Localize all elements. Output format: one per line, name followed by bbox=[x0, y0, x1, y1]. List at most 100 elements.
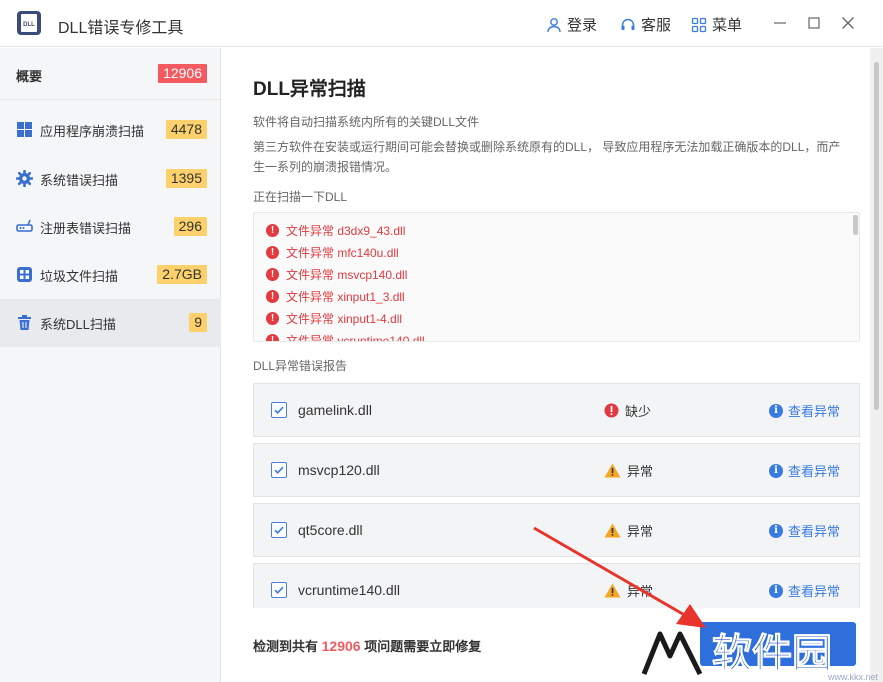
menu-label: 菜单 bbox=[712, 17, 743, 34]
sidebar: 概要 12906 应用程序崩溃扫描 4478 系统错误扫描 1395 注册表错误… bbox=[0, 48, 221, 682]
error-icon: ! bbox=[266, 333, 279, 341]
dll-filename: gamelink.dll bbox=[298, 402, 372, 418]
warning-icon bbox=[604, 463, 621, 478]
dll-filename: qt5core.dll bbox=[298, 522, 363, 538]
dll-filename: vcruntime140.dll bbox=[298, 582, 400, 598]
sidebar-item-junk-files-scan[interactable]: 垃圾文件扫描 2.7GB bbox=[0, 251, 221, 299]
main-panel: DLL异常扫描 软件将自动扫描系统内所有的关键DLL文件 第三方软件在安装或运行… bbox=[222, 48, 870, 682]
router-icon bbox=[16, 219, 33, 232]
scan-log-box[interactable]: ! 文件异常 d3dx9_43.dll ! 文件异常 mfc140u.dll ! 文件… bbox=[253, 212, 860, 342]
report-row: qt5core.dll 异常 i 查看异常 bbox=[253, 503, 860, 557]
page-title: DLL异常扫描 bbox=[253, 79, 366, 100]
dll-filename: msvcp120.dll bbox=[298, 462, 380, 478]
scan-log-item: ! 文件异常 xinput1_3.dll bbox=[254, 285, 844, 307]
grid-icon bbox=[17, 267, 32, 282]
check-icon bbox=[274, 466, 284, 474]
footer-summary: 检测到共有 12906 项问题需要立即修复 bbox=[253, 636, 481, 655]
error-icon: ! bbox=[266, 267, 279, 281]
close-button[interactable] bbox=[838, 13, 858, 33]
count-badge: 296 bbox=[173, 217, 207, 236]
watermark-logo: 软件园 www.kkx.net bbox=[640, 618, 880, 682]
scan-log-text: 文件异常 msvcp140.dll bbox=[286, 267, 408, 282]
status-label: 异常 bbox=[627, 524, 654, 539]
row-checkbox[interactable] bbox=[271, 582, 287, 598]
sidebar-item-registry-scan[interactable]: 注册表错误扫描 296 bbox=[0, 203, 221, 251]
error-icon: ! bbox=[266, 223, 279, 237]
sidebar-item-overview[interactable]: 概要 12906 bbox=[0, 48, 221, 100]
main-scrollbar-thumb[interactable] bbox=[874, 62, 879, 410]
footer-suffix: 项问题需要立即修复 bbox=[364, 639, 482, 654]
view-issue-link[interactable]: i 查看异常 bbox=[769, 401, 840, 420]
menu-button[interactable]: 菜单 bbox=[691, 14, 742, 35]
login-button[interactable]: 登录 bbox=[546, 14, 597, 35]
app-logo-icon: DLL bbox=[17, 11, 41, 35]
count-badge: 1395 bbox=[165, 169, 207, 188]
watermark-icon bbox=[641, 631, 703, 676]
view-issue-label: 查看异常 bbox=[788, 524, 841, 539]
service-label: 客服 bbox=[641, 17, 672, 34]
description-line-2: 第三方软件在安装或运行期间可能会替换或删除系统原有的DLL， 导致应用程序无法加… bbox=[253, 140, 841, 174]
scan-section-label: 正在扫描一下DLL bbox=[253, 190, 348, 204]
info-icon: i bbox=[769, 523, 783, 538]
overview-label: 概要 bbox=[16, 69, 43, 84]
count-badge: 2.7GB bbox=[157, 265, 207, 284]
scan-log-text: 文件异常 d3dx9_43.dll bbox=[286, 223, 406, 238]
check-icon bbox=[274, 406, 284, 414]
sidebar-item-label: 垃圾文件扫描 bbox=[40, 269, 119, 284]
windows-icon bbox=[17, 122, 32, 137]
scan-log-text: 文件异常 xinput1_3.dll bbox=[286, 289, 405, 304]
scan-log-text: 文件异常 mfc140u.dll bbox=[286, 245, 399, 260]
count-badge: 4478 bbox=[165, 120, 207, 139]
view-issue-link[interactable]: i 查看异常 bbox=[769, 521, 840, 540]
overview-count-badge: 12906 bbox=[158, 64, 207, 83]
watermark-text: 软件园 bbox=[712, 631, 833, 678]
view-issue-label: 查看异常 bbox=[788, 584, 841, 599]
sidebar-item-label: 应用程序崩溃扫描 bbox=[40, 124, 145, 139]
watermark-url: www.kkx.net bbox=[827, 672, 878, 682]
info-icon: i bbox=[769, 463, 783, 478]
view-issue-label: 查看异常 bbox=[788, 464, 841, 479]
row-checkbox[interactable] bbox=[271, 522, 287, 538]
check-icon bbox=[274, 526, 284, 534]
minimize-button[interactable] bbox=[770, 13, 790, 33]
footer-count: 12906 bbox=[321, 638, 361, 654]
row-checkbox[interactable] bbox=[271, 462, 287, 478]
scan-log-item: ! 文件异常 msvcp140.dll bbox=[254, 263, 844, 285]
scan-log-list: ! 文件异常 d3dx9_43.dll ! 文件异常 mfc140u.dll ! 文件… bbox=[254, 219, 844, 341]
error-icon: ! bbox=[266, 245, 279, 259]
status-warning: 异常 bbox=[604, 461, 653, 480]
report-section-label: DLL异常错误报告 bbox=[253, 359, 348, 373]
status-warning: 异常 bbox=[604, 581, 653, 600]
status-label: 异常 bbox=[627, 584, 654, 599]
description-line-1: 软件将自动扫描系统内所有的关键DLL文件 bbox=[253, 115, 480, 129]
status-label: 缺少 bbox=[625, 404, 652, 419]
row-checkbox[interactable] bbox=[271, 402, 287, 418]
gear-icon bbox=[16, 170, 33, 187]
status-warning: 异常 bbox=[604, 521, 653, 540]
scan-log-item: ! 文件异常 d3dx9_43.dll bbox=[254, 219, 844, 241]
scan-log-item: ! 文件异常 xinput1-4.dll bbox=[254, 307, 844, 329]
headset-icon bbox=[621, 18, 635, 30]
scan-log-item: ! 文件异常 mfc140u.dll bbox=[254, 241, 844, 263]
warning-icon bbox=[604, 583, 621, 598]
sidebar-item-system-dll-scan[interactable]: 系统DLL扫描 9 bbox=[0, 299, 221, 347]
report-row: gamelink.dll 缺少 i 查看异常 bbox=[253, 383, 860, 437]
view-issue-link[interactable]: i 查看异常 bbox=[769, 461, 840, 480]
maximize-icon bbox=[808, 17, 820, 29]
status-missing: 缺少 bbox=[604, 401, 651, 420]
service-button[interactable]: 客服 bbox=[620, 14, 671, 35]
trash-icon bbox=[18, 315, 31, 330]
view-issue-link[interactable]: i 查看异常 bbox=[769, 581, 840, 600]
svg-text:DLL: DLL bbox=[23, 22, 35, 28]
report-row: msvcp120.dll 异常 i 查看异常 bbox=[253, 443, 860, 497]
sidebar-item-app-crash-scan[interactable]: 应用程序崩溃扫描 4478 bbox=[0, 106, 221, 154]
view-issue-label: 查看异常 bbox=[788, 404, 841, 419]
maximize-button[interactable] bbox=[804, 13, 824, 33]
info-icon: i bbox=[769, 403, 783, 418]
sidebar-item-system-error-scan[interactable]: 系统错误扫描 1395 bbox=[0, 155, 221, 203]
login-label: 登录 bbox=[567, 17, 598, 34]
scan-log-scrollbar[interactable] bbox=[853, 215, 858, 235]
grid-icon bbox=[691, 17, 707, 32]
list-clip-edge bbox=[253, 608, 860, 618]
scan-log-item: ! 文件异常 vcruntime140.dll bbox=[254, 329, 844, 341]
